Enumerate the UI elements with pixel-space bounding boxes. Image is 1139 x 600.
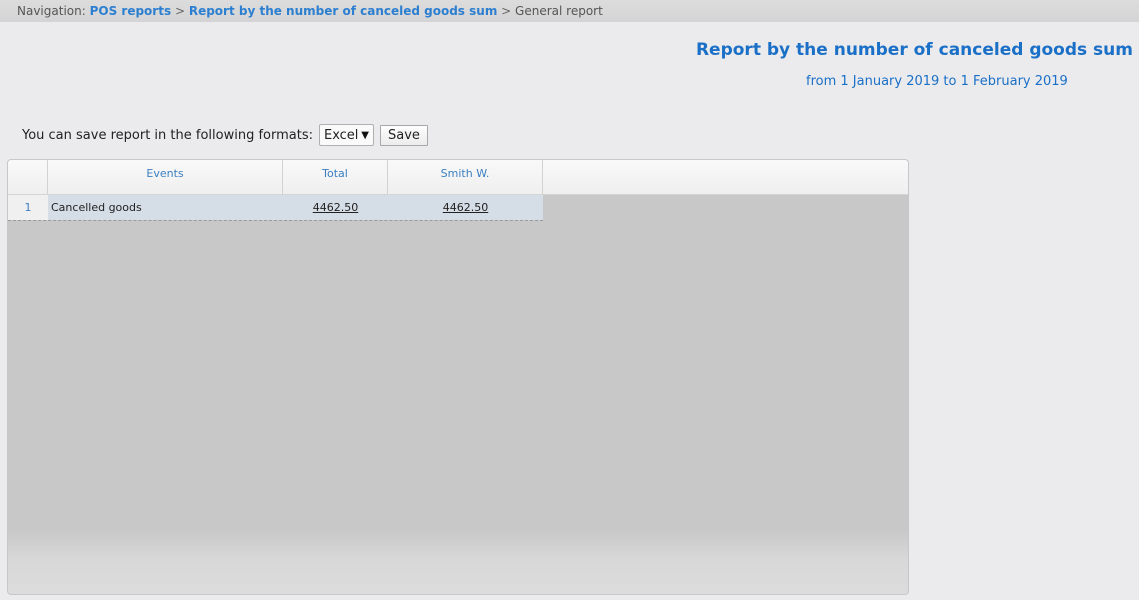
row-smith: 4462.50	[388, 195, 543, 220]
report-period: from 1 January 2019 to 1 February 2019	[806, 74, 1068, 89]
column-header-number	[8, 160, 48, 194]
breadcrumb-prefix: Navigation:	[17, 4, 86, 18]
row-total: 4462.50	[283, 195, 388, 220]
row-total-value-link[interactable]: 4462.50	[313, 201, 359, 214]
page-title: Report by the number of canceled goods s…	[695, 40, 1133, 60]
row-smith-value-link[interactable]: 4462.50	[443, 201, 489, 214]
format-select-value: Excel	[323, 127, 359, 143]
breadcrumb-link-pos-reports[interactable]: POS reports	[90, 4, 172, 18]
column-header-events[interactable]: Events	[48, 160, 283, 194]
breadcrumb: Navigation: POS reports > Report by the …	[0, 0, 1139, 22]
row-number: 1	[8, 195, 48, 220]
format-select[interactable]: Excel ▼	[318, 124, 374, 146]
breadcrumb-link-report[interactable]: Report by the number of canceled goods s…	[189, 4, 498, 18]
save-formats-label: You can save report in the following for…	[22, 127, 313, 143]
column-header-smith[interactable]: Smith W.	[388, 160, 543, 194]
table-row[interactable]: 1 Cancelled goods 4462.50 4462.50	[8, 195, 543, 221]
row-event: Cancelled goods	[48, 195, 283, 220]
breadcrumb-separator: >	[501, 4, 512, 18]
caret-down-icon: ▼	[361, 129, 369, 141]
save-toolbar: You can save report in the following for…	[22, 123, 428, 147]
report-grid: Events Total Smith W. 1 Cancelled goods …	[7, 159, 909, 595]
save-button[interactable]: Save	[379, 124, 428, 146]
grid-header: Events Total Smith W.	[8, 160, 908, 195]
column-header-total[interactable]: Total	[283, 160, 388, 194]
breadcrumb-current: General report	[515, 4, 603, 18]
breadcrumb-separator: >	[174, 4, 185, 18]
